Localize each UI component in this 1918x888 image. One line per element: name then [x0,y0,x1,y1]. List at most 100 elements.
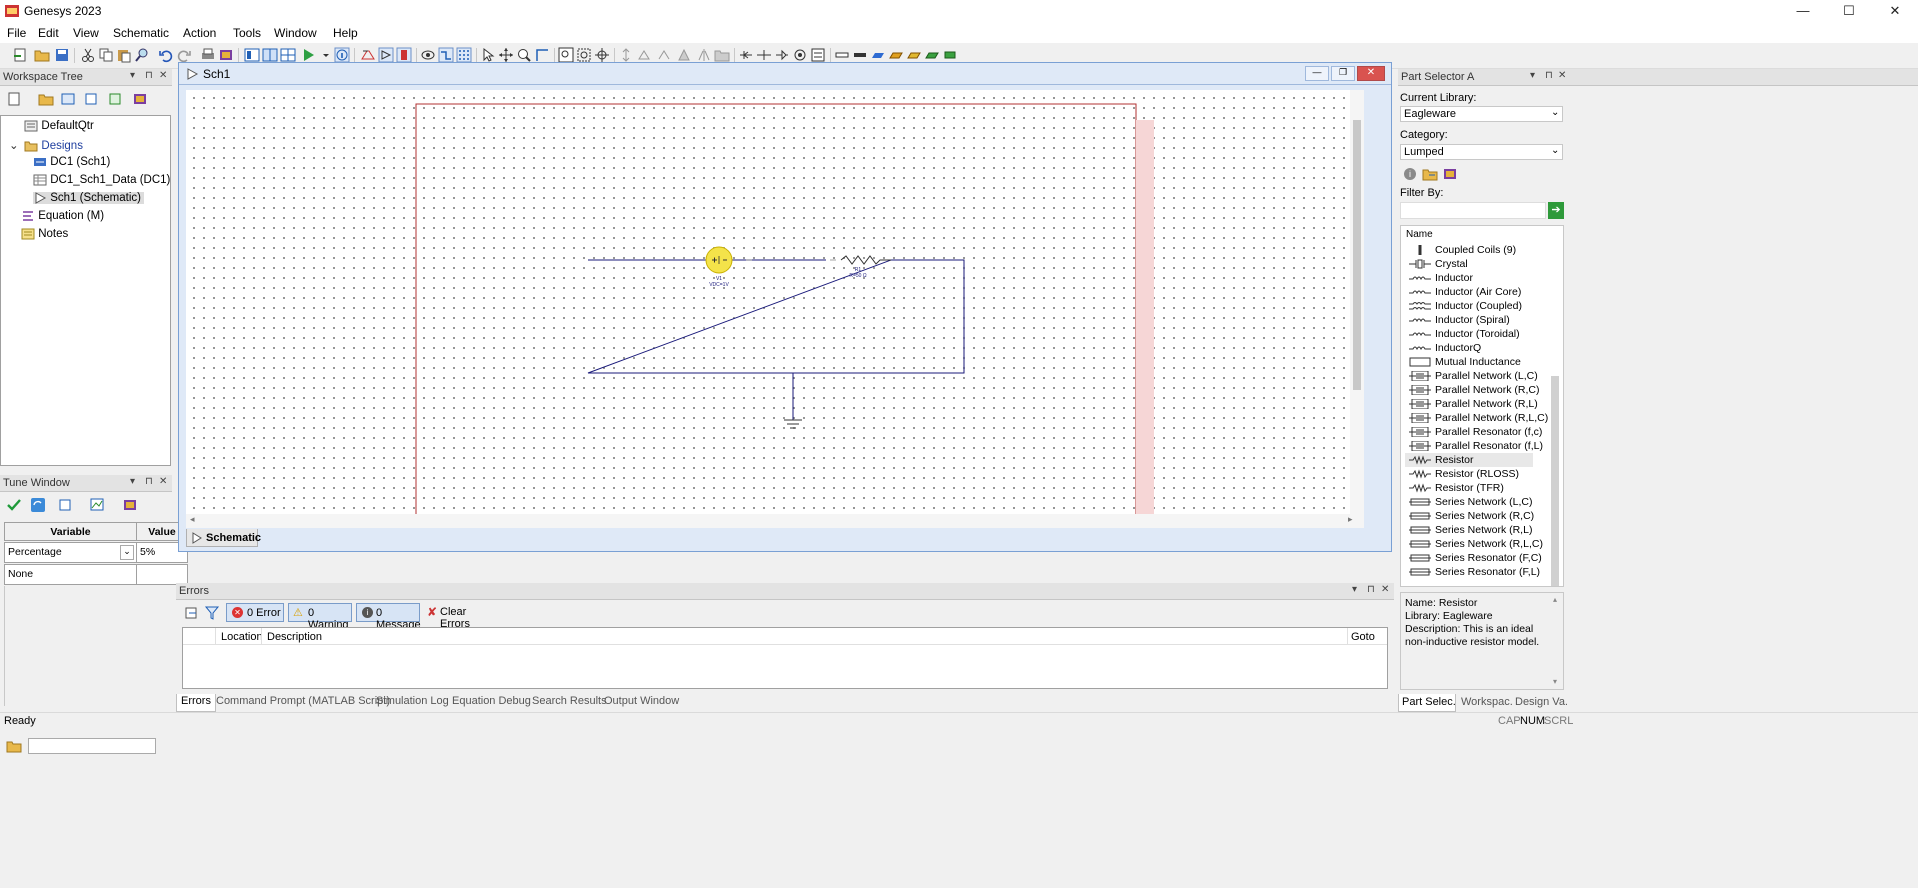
library-icon[interactable] [132,91,148,107]
parts-scroll-thumb[interactable] [1551,376,1559,586]
workspace-icon[interactable] [60,91,76,107]
scroll-left-icon[interactable]: ◂ [190,514,195,525]
panel-menu-icon[interactable]: ▾ [130,70,135,81]
coplanar-icon[interactable] [906,47,922,63]
rotate-icon[interactable] [656,47,672,63]
open-folder-icon[interactable] [34,47,50,63]
target-icon[interactable] [792,47,808,63]
circuit-wire[interactable] [587,259,965,374]
part-item[interactable]: Series Network (R,L,C) [1409,537,1543,551]
doc-restore-button[interactable]: ❐ [1331,66,1355,81]
tune-row-none[interactable]: None [4,564,137,585]
ground-symbol[interactable] [784,419,802,429]
tune-value-empty[interactable] [136,564,188,585]
evaluations-dropdown-icon[interactable] [108,91,124,107]
checkmark-icon[interactable] [6,497,22,513]
parts-list-header[interactable]: Name [1406,229,1433,240]
substrate-icon[interactable] [888,47,904,63]
tab-schematic[interactable]: Schematic [186,529,261,547]
pin-icon[interactable]: ⊓ [145,476,153,487]
flip-vertical-icon[interactable] [696,47,712,63]
part-item[interactable]: Coupled Coils (9) [1409,243,1516,257]
part-item[interactable]: Series Resonator (F,C) [1409,551,1542,565]
variables-dropdown-icon[interactable] [58,497,74,513]
col-goto[interactable]: Goto [1351,631,1375,643]
part-item[interactable]: Inductor (Spiral) [1409,313,1510,327]
category-select[interactable]: Lumped ⌄ [1400,144,1563,160]
via-icon[interactable] [942,47,958,63]
schematic-canvas[interactable]: V1 VDC=1V R1 R=50 Ω [186,90,1364,514]
menu-tools[interactable]: Tools [233,26,261,40]
scroll-down-icon[interactable]: ▾ [1553,677,1557,686]
zoom-all-icon[interactable] [594,47,610,63]
part-item[interactable]: Mutual Inductance [1409,355,1521,369]
chevron-down-icon[interactable]: ⌄ [1551,107,1559,118]
panel-menu-icon[interactable]: ▾ [130,476,135,487]
open-folder-icon[interactable] [6,738,22,754]
eye-icon[interactable] [420,47,436,63]
group-icon[interactable] [714,47,730,63]
schematic-mode-icon[interactable] [378,47,394,63]
menu-edit[interactable]: Edit [38,26,59,40]
tune-state-name-input[interactable] [28,738,156,754]
minimize-button[interactable]: — [1780,0,1826,23]
menu-file[interactable]: File [7,26,26,40]
open-folder-icon[interactable] [38,91,54,107]
board-icon[interactable] [924,47,940,63]
part-item[interactable]: Parallel Resonator (f,c) [1409,425,1542,439]
menu-help[interactable]: Help [333,26,358,40]
message-filter-button[interactable]: i 0 Message [356,603,421,631]
layout-split-icon[interactable] [262,47,278,63]
horizontal-scrollbar[interactable]: ◂ ▸ [186,514,1364,528]
tree-item-sch1[interactable]: Sch1 (Schematic) [33,192,144,205]
library-select[interactable]: Eagleware ⌄ [1400,106,1563,122]
run-icon[interactable] [300,47,316,63]
layout-grid-icon[interactable] [280,47,296,63]
find-icon[interactable] [134,47,150,63]
part-item[interactable]: Parallel Network (R,L) [1409,397,1538,411]
flip-icon[interactable] [676,47,692,63]
save-icon[interactable] [54,47,70,63]
tab-search-results[interactable]: Search Results [528,694,611,712]
layout-window-icon[interactable] [244,47,260,63]
doc-close-button[interactable]: ✕ [1357,66,1385,81]
print-icon[interactable] [200,47,216,63]
graph-dropdown-icon[interactable] [90,497,106,513]
draw-line-icon[interactable] [534,47,550,63]
part-item[interactable]: Resistor (TFR) [1409,481,1504,495]
part-item[interactable]: Inductor [1409,271,1473,285]
part-item[interactable]: Parallel Network (R,L,C) [1409,411,1548,425]
info-icon[interactable]: i [1404,168,1416,180]
filter-input[interactable] [1400,202,1546,219]
tune-variable-select[interactable]: Percentage ⌄ [4,542,137,563]
part-item[interactable]: Series Resonator (F,L) [1409,565,1540,579]
part-item[interactable]: Crystal [1409,257,1468,271]
tab-part-selector[interactable]: Part Selec... [1398,694,1456,712]
part-item[interactable]: Parallel Resonator (f,L) [1409,439,1543,453]
select-pointer-icon[interactable] [480,47,496,63]
part-item[interactable]: Inductor (Coupled) [1409,299,1522,313]
chevron-down-icon[interactable]: ⌄ [1551,145,1559,156]
part-item[interactable]: Inductor (Toroidal) [1409,327,1520,341]
pin-icon[interactable]: ⊓ [145,70,153,81]
microstrip-icon[interactable] [852,47,868,63]
tab-equation-debug[interactable]: Equation Debug [448,694,535,712]
panel-close-icon[interactable]: ✕ [159,70,167,81]
grid-toggle-icon[interactable] [456,47,472,63]
tree-item-dc1-data[interactable]: DC1_Sch1_Data (DC1) [33,174,170,186]
redo-icon[interactable] [176,47,192,63]
part-item[interactable]: Series Network (R,L) [1409,523,1532,537]
tree-item-defaultqtr[interactable]: DefaultQtr [9,120,94,132]
paste-icon[interactable] [116,47,132,63]
error-filter-button[interactable]: ✕ 0 Error [226,603,284,622]
pin-icon[interactable]: ⊓ [1545,70,1553,81]
stripline-icon[interactable] [870,47,886,63]
tab-design-variables[interactable]: Design Va... [1512,694,1568,712]
apply-filter-icon[interactable]: ➔ [1548,202,1564,219]
filter-icon[interactable] [204,605,220,621]
undo-icon[interactable] [158,47,174,63]
chevron-down-icon[interactable]: ⌄ [120,545,134,560]
part-item[interactable]: InductorQ [1409,341,1481,355]
copy-icon[interactable] [98,47,114,63]
refresh-icon[interactable] [30,497,46,513]
